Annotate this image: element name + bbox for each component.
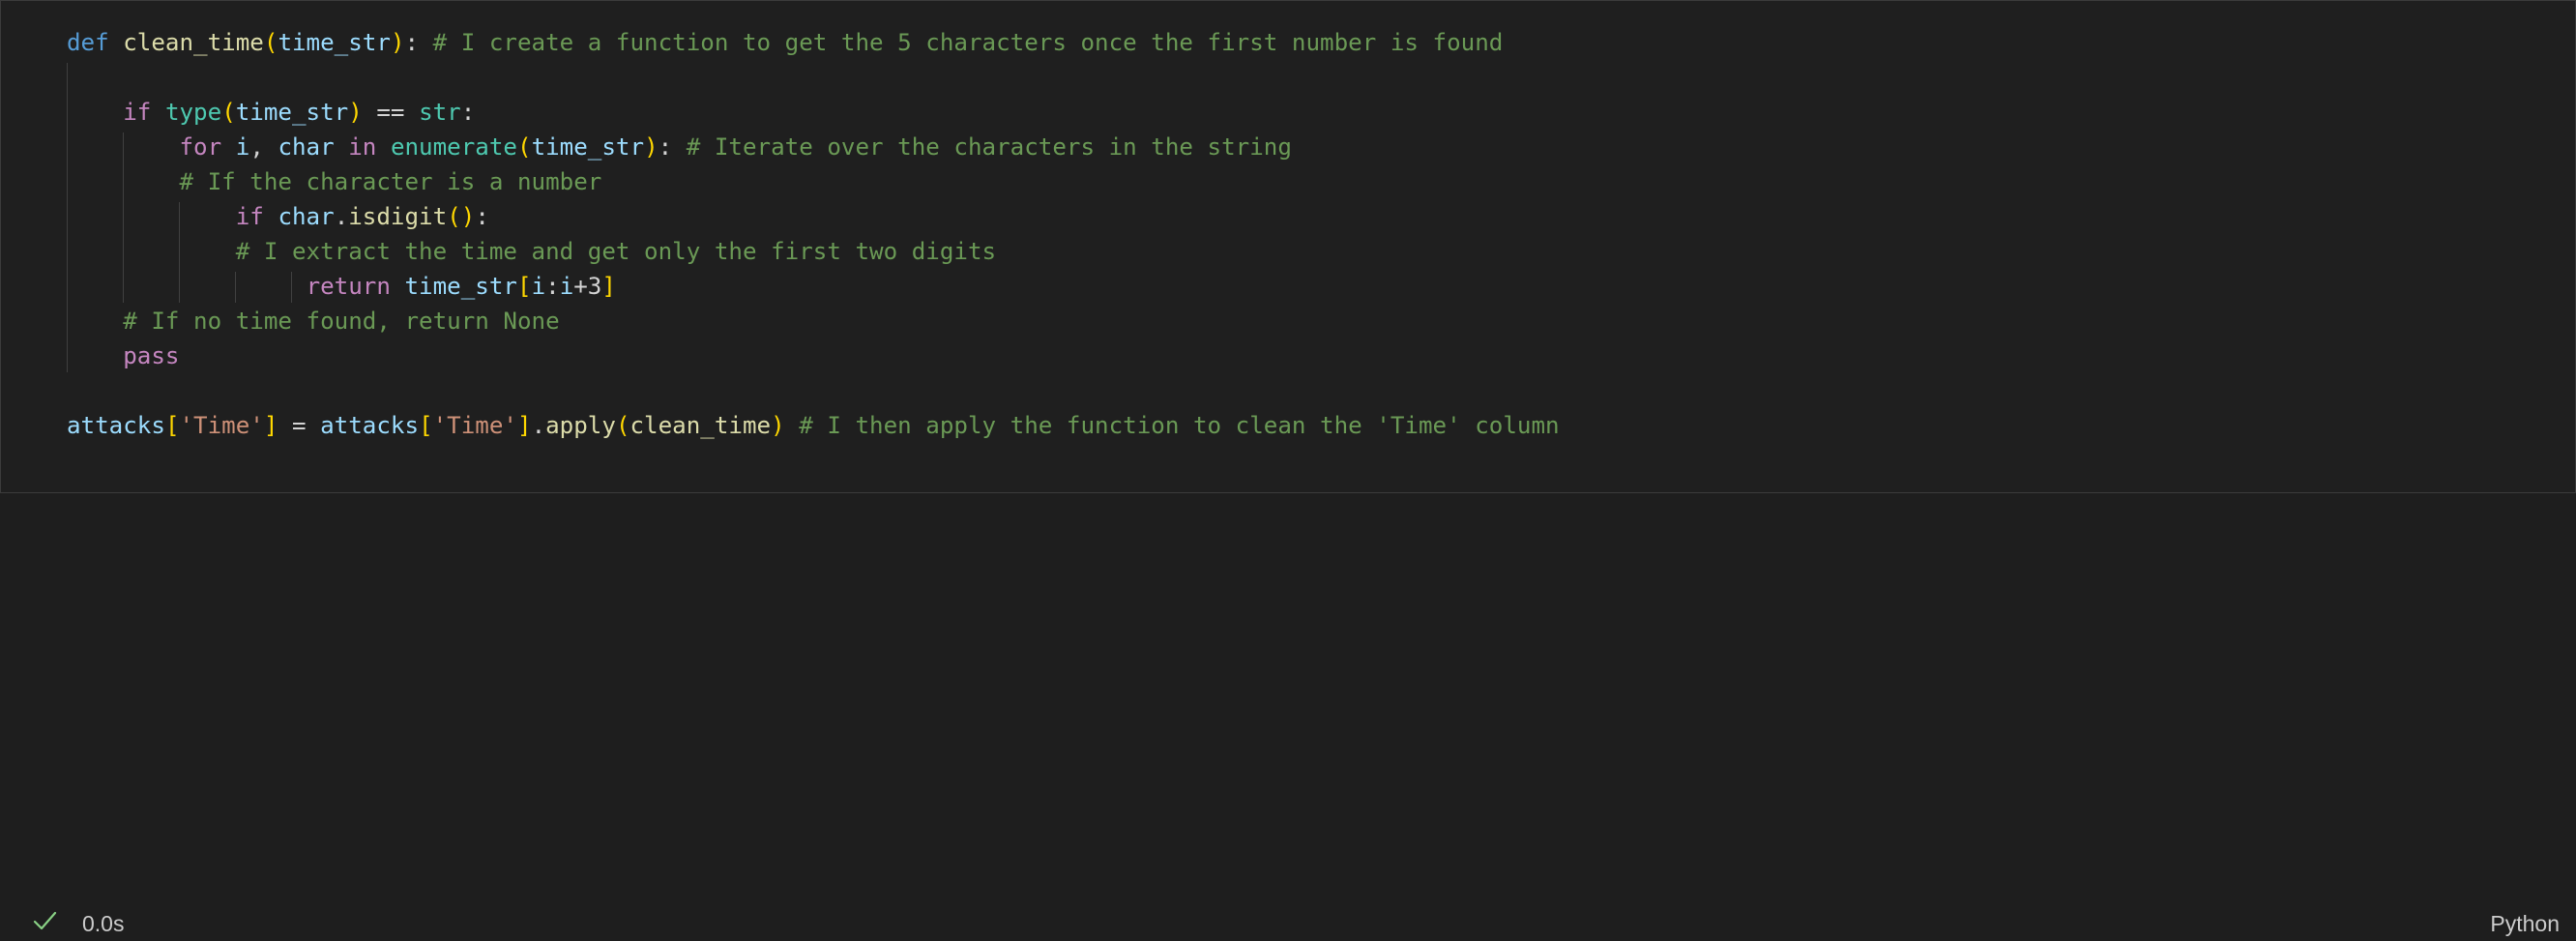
code-token: if <box>123 99 152 126</box>
code-line[interactable]: def clean_time(time_str): # I create a f… <box>67 25 1503 60</box>
check-icon <box>33 911 57 930</box>
execution-time: 0.0s <box>82 911 125 936</box>
code-token: char <box>278 133 335 161</box>
code-token: [ <box>419 412 433 439</box>
code-token: str <box>419 99 461 126</box>
code-line[interactable]: if type(time_str) == str: <box>67 95 475 130</box>
notebook-cell[interactable]: def clean_time(time_str): # I create a f… <box>0 0 2576 936</box>
code-editor[interactable]: def clean_time(time_str): # I create a f… <box>1 1 2575 446</box>
code-token: ] <box>601 273 616 300</box>
code-comment: # If the character is a number <box>179 168 602 195</box>
code-token: : <box>545 273 560 300</box>
code-token: attacks <box>320 412 420 439</box>
code-token: clean_time <box>123 29 264 56</box>
code-token: ) <box>644 133 659 161</box>
code-token: = <box>278 412 321 439</box>
code-line[interactable]: # If no time found, return None <box>67 304 560 338</box>
cell-language[interactable]: Python <box>2490 906 2560 941</box>
code-token: ] <box>517 412 532 439</box>
code-token: : <box>404 29 433 56</box>
code-token: ] <box>263 412 278 439</box>
code-token: ( <box>517 133 532 161</box>
code-token: type <box>164 99 222 126</box>
code-token: ) <box>771 412 785 439</box>
code-line[interactable]: if char.isdigit(): <box>67 199 489 234</box>
code-comment: # If no time found, return None <box>123 308 560 335</box>
code-token: i <box>559 273 574 300</box>
code-token: , <box>249 133 278 161</box>
code-token: def <box>67 29 109 56</box>
code-line[interactable]: pass <box>67 338 180 373</box>
code-token: attacks <box>67 412 165 439</box>
code-token: char <box>278 203 335 230</box>
code-line[interactable]: return time_str[i:i+3] <box>67 269 616 304</box>
code-comment: # I create a function to get the 5 chara… <box>432 29 1504 56</box>
code-token: time_str <box>531 133 645 161</box>
code-line[interactable]: for i, char in enumerate(time_str): # It… <box>67 130 1292 164</box>
code-token: . <box>531 412 546 439</box>
code-token: 'Time' <box>179 412 264 439</box>
code-token: [ <box>164 412 180 439</box>
code-token: ) <box>390 29 405 56</box>
code-token: : <box>475 203 489 230</box>
code-token: 'Time' <box>432 412 517 439</box>
code-token: ( <box>221 99 236 126</box>
code-token: : <box>658 133 687 161</box>
code-token: return <box>306 273 391 300</box>
code-token: +3 <box>573 273 602 300</box>
code-token: time_str <box>404 273 518 300</box>
code-token: apply <box>545 412 616 439</box>
code-token: pass <box>123 342 180 369</box>
code-line[interactable]: attacks['Time'] = attacks['Time'].apply(… <box>67 408 1560 443</box>
code-token: i <box>235 133 250 161</box>
code-token: time_str <box>278 29 391 56</box>
code-comment: # Iterate over the characters in the str… <box>686 133 1292 161</box>
code-line[interactable]: # If the character is a number <box>67 164 602 199</box>
cell-status-bar: 0.0s Python <box>1 452 2575 936</box>
code-token: () <box>447 203 476 230</box>
code-token: for <box>179 133 222 161</box>
code-token: ( <box>263 29 278 56</box>
code-token: . <box>334 203 349 230</box>
code-comment: # I extract the time and get only the fi… <box>235 238 997 265</box>
code-comment: # I then apply the function to clean the… <box>799 412 1560 439</box>
code-token: in <box>348 133 377 161</box>
code-token: == <box>362 99 420 126</box>
code-token: ( <box>615 412 630 439</box>
code-token: if <box>235 203 264 230</box>
code-token: : <box>460 99 476 126</box>
code-token: enumerate <box>390 133 517 161</box>
code-token: clean_time <box>629 412 772 439</box>
code-token: [ <box>517 273 532 300</box>
code-token: ) <box>348 99 363 126</box>
code-token: isdigit <box>348 203 448 230</box>
code-token: i <box>531 273 546 300</box>
code-token: time_str <box>235 99 349 126</box>
code-line[interactable]: # I extract the time and get only the fi… <box>67 234 996 269</box>
